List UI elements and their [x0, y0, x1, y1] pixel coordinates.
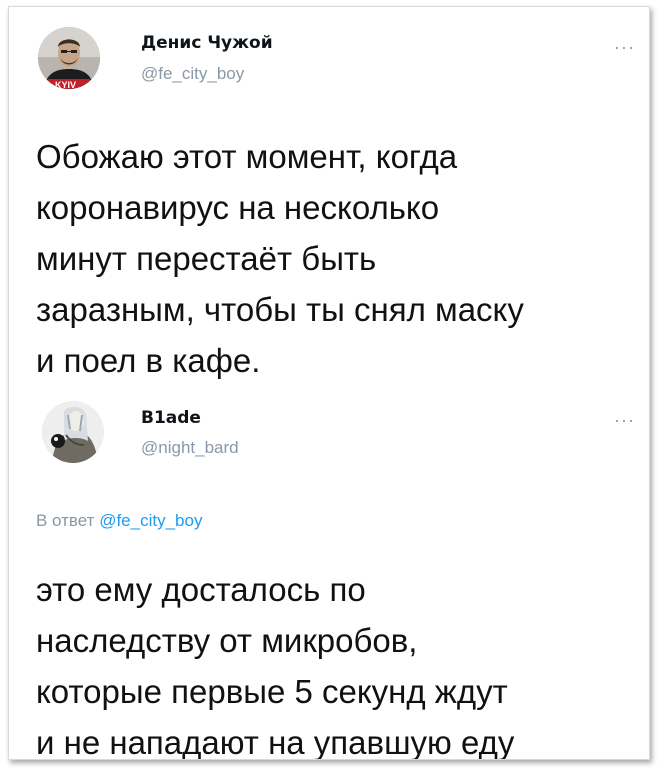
- more-dots-icon[interactable]: ···: [614, 411, 635, 429]
- tweet-original[interactable]: KYIV Денис Чужой @fe_city_boy ··· Обожаю…: [9, 7, 649, 393]
- tweet-reply[interactable]: B1ade @night_bard ··· В ответ @fe_city_b…: [9, 393, 649, 759]
- reply-handle-link[interactable]: @fe_city_boy: [99, 511, 202, 530]
- author-name[interactable]: B1ade: [141, 408, 201, 428]
- author-handle[interactable]: @fe_city_boy: [141, 64, 244, 84]
- tweet-text: это ему досталось по наследству от микро…: [36, 571, 515, 760]
- avatar[interactable]: KYIV: [38, 27, 100, 89]
- screenshot-frame: KYIV Денис Чужой @fe_city_boy ··· Обожаю…: [8, 6, 650, 760]
- author-name[interactable]: Денис Чужой: [141, 33, 273, 53]
- user-avatar-photo-icon: KYIV: [38, 27, 100, 89]
- user-avatar-illustration-icon: [42, 401, 104, 463]
- reply-prefix: В ответ: [36, 511, 95, 530]
- avatar[interactable]: [42, 401, 104, 463]
- avatar-shirt-text: KYIV: [55, 80, 76, 89]
- author-handle[interactable]: @night_bard: [141, 438, 239, 458]
- tweet-text: Обожаю этот момент, когда коронавирус на…: [36, 138, 524, 379]
- more-dots-icon[interactable]: ···: [614, 38, 635, 56]
- reply-to-line: В ответ @fe_city_boy: [36, 511, 202, 531]
